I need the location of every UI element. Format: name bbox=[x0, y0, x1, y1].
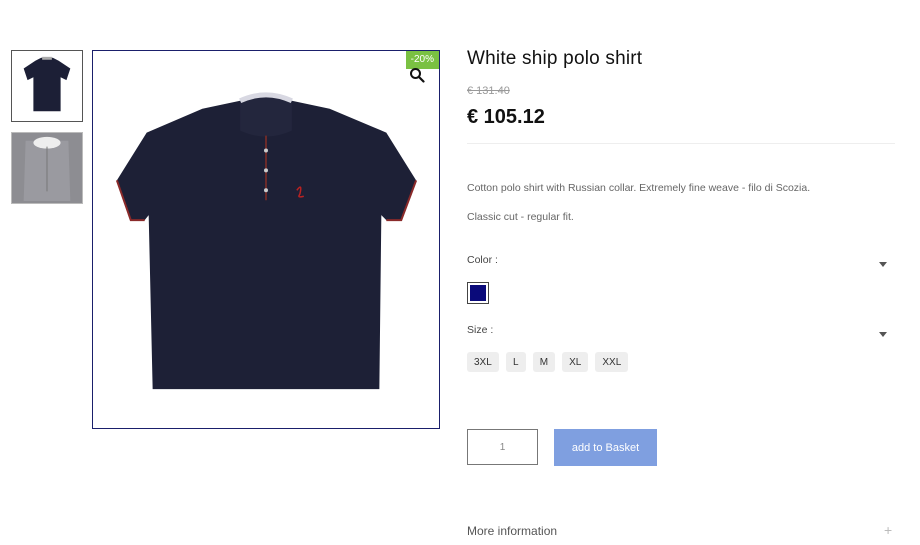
description-line: Cotton polo shirt with Russian collar. E… bbox=[467, 182, 811, 194]
shirt-thumbnail-image bbox=[12, 133, 82, 203]
size-label: Size : bbox=[467, 324, 494, 336]
size-option-3xl[interactable]: 3XL bbox=[467, 352, 499, 372]
old-price: € 131.40 bbox=[467, 85, 510, 97]
swatch-fill bbox=[470, 285, 486, 301]
caret-down-icon[interactable] bbox=[879, 332, 887, 337]
color-swatch-navy[interactable] bbox=[467, 282, 489, 304]
add-to-basket-button[interactable]: add to Basket bbox=[554, 429, 657, 466]
thumbnail-navy-front[interactable] bbox=[11, 50, 83, 122]
magnifier-icon[interactable] bbox=[409, 67, 425, 83]
more-information-toggle[interactable]: More information bbox=[467, 524, 557, 538]
plus-icon[interactable]: + bbox=[884, 522, 892, 538]
divider bbox=[467, 143, 895, 144]
size-option-l[interactable]: L bbox=[505, 352, 526, 372]
shirt-thumbnail-image bbox=[12, 51, 82, 121]
polo-shirt-image bbox=[93, 51, 439, 428]
description-line: Classic cut - regular fit. bbox=[467, 211, 574, 223]
size-option-m[interactable]: M bbox=[532, 352, 556, 372]
size-options: 3XL L M XL XXL bbox=[467, 352, 629, 372]
current-price: € 105.12 bbox=[467, 106, 545, 128]
size-option-xl[interactable]: XL bbox=[562, 352, 589, 372]
thumbnail-white-back[interactable] bbox=[11, 132, 83, 204]
quantity-input[interactable]: 1 bbox=[467, 429, 538, 465]
main-product-image[interactable]: -20% bbox=[92, 50, 440, 429]
size-option-xxl[interactable]: XXL bbox=[595, 352, 629, 372]
caret-down-icon[interactable] bbox=[879, 262, 887, 267]
product-title: White ship polo shirt bbox=[467, 48, 643, 69]
color-label: Color : bbox=[467, 254, 498, 266]
